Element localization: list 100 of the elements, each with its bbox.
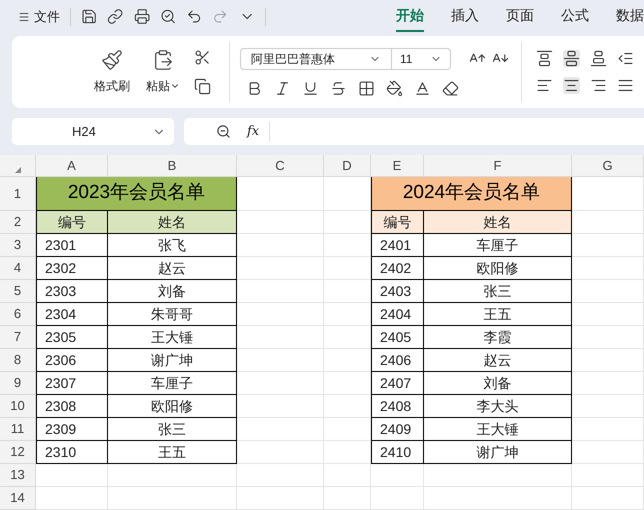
table-cell: 欧阳修	[424, 257, 572, 280]
save-icon[interactable]	[80, 8, 98, 25]
paste-icon[interactable]	[152, 49, 174, 71]
table-cell: 2303	[36, 280, 108, 303]
link-icon[interactable]	[107, 8, 124, 25]
table-cell: 2301	[36, 234, 108, 257]
table-cell: 2406	[371, 349, 424, 372]
cut-icon[interactable]	[194, 49, 211, 66]
table-cell: 刘备	[108, 280, 237, 303]
table-cell: 2302	[36, 257, 108, 280]
column-heading: 姓名	[108, 211, 237, 234]
outdent-icon[interactable]	[617, 50, 634, 67]
name-box[interactable]: H24	[12, 118, 174, 145]
ribbon-tab[interactable]: 插入	[450, 2, 479, 32]
row-header[interactable]: 6	[0, 303, 36, 326]
italic-icon[interactable]	[274, 80, 291, 96]
column-heading: 姓名	[424, 211, 572, 234]
menu-icon	[18, 10, 30, 22]
ribbon-tab[interactable]: 开始	[396, 2, 424, 32]
align-center-icon[interactable]	[563, 77, 580, 94]
table-cell: 2402	[371, 257, 424, 280]
row-header[interactable]: 14	[0, 487, 36, 510]
table-cell: 刘备	[424, 372, 572, 395]
column-header[interactable]: C	[237, 155, 324, 177]
table-cell: 2310	[36, 441, 108, 464]
table-cell: 王大锤	[108, 326, 237, 349]
ribbon-tab[interactable]: 页面	[506, 2, 534, 32]
table-cell: 2401	[371, 234, 424, 257]
eraser-icon[interactable]	[442, 80, 459, 96]
table-cell: 2307	[36, 372, 108, 395]
column-heading: 编号	[371, 211, 424, 234]
table-cell: 谢广坤	[108, 349, 237, 372]
row-header[interactable]: 8	[0, 349, 36, 372]
strikethrough-icon[interactable]	[330, 80, 347, 96]
column-header[interactable]: E	[371, 155, 424, 177]
align-bottom-icon[interactable]	[590, 50, 607, 67]
table-cell: 王大锤	[424, 418, 572, 441]
table-cell: 李大头	[424, 395, 572, 418]
table-cell: 2404	[371, 303, 424, 326]
paste-button[interactable]: 粘贴	[146, 77, 180, 95]
table-cell: 2405	[371, 326, 424, 349]
table-cell: 车厘子	[424, 234, 572, 257]
table-cell: 2408	[371, 395, 424, 418]
table-cell: 谢广坤	[424, 441, 572, 464]
table-cell: 朱哥哥	[108, 303, 237, 326]
row-header[interactable]: 1	[0, 177, 36, 211]
function-label[interactable]: fx	[247, 122, 270, 142]
file-menu[interactable]: 文件	[18, 6, 60, 26]
justify-icon[interactable]	[617, 77, 634, 94]
column-heading: 编号	[36, 211, 108, 234]
table-cell: 赵云	[108, 257, 237, 280]
table-cell: 2306	[36, 349, 108, 372]
column-header[interactable]: F	[424, 155, 572, 177]
align-top-icon[interactable]	[536, 50, 553, 67]
table-cell: 赵云	[424, 349, 572, 372]
format-painter-button[interactable]: 格式刷	[94, 77, 130, 95]
table-title: 2023年会员名单	[36, 177, 237, 211]
row-header[interactable]: 10	[0, 395, 36, 418]
undo-icon[interactable]	[186, 8, 202, 25]
zoom-icon[interactable]	[216, 124, 231, 139]
table-cell: 2410	[371, 441, 424, 464]
table-cell: 2308	[36, 395, 108, 418]
underline-icon[interactable]	[302, 80, 319, 96]
table-cell: 2309	[36, 418, 108, 441]
table-cell: 2403	[371, 280, 424, 303]
borders-icon[interactable]	[358, 80, 375, 96]
row-header[interactable]: 9	[0, 372, 36, 395]
ribbon-tab[interactable]: 公式	[560, 2, 589, 32]
table-cell: 2305	[36, 326, 108, 349]
align-right-icon[interactable]	[590, 77, 607, 94]
print-icon[interactable]	[134, 8, 150, 25]
align-left-icon[interactable]	[536, 77, 553, 94]
align-middle-icon[interactable]	[563, 50, 580, 67]
format-painter-icon[interactable]	[101, 49, 123, 71]
fill-color-icon[interactable]	[386, 80, 403, 96]
row-header[interactable]: 13	[0, 464, 36, 487]
column-header[interactable]: D	[324, 155, 371, 177]
table-cell: 张三	[108, 418, 237, 441]
table-cell: 2304	[36, 303, 108, 326]
table-cell: 李霞	[424, 326, 572, 349]
column-header[interactable]: B	[108, 155, 237, 177]
row-header[interactable]: 2	[0, 211, 36, 234]
font-size-field[interactable]: 11	[391, 48, 451, 70]
row-header[interactable]: 12	[0, 441, 36, 464]
ribbon-tab[interactable]: 数据	[616, 2, 644, 32]
table-cell: 王五	[424, 303, 572, 326]
column-header[interactable]: A	[36, 155, 108, 177]
table-cell: 车厘子	[108, 372, 237, 395]
font-color-icon[interactable]	[414, 80, 431, 96]
copy-icon[interactable]	[194, 78, 211, 95]
select-all-corner[interactable]	[0, 155, 36, 177]
table-cell: 欧阳修	[108, 395, 237, 418]
row-header[interactable]: 4	[0, 257, 36, 280]
row-header[interactable]: 11	[0, 418, 36, 441]
formula-field[interactable]: fx	[184, 118, 644, 145]
column-header[interactable]: G	[572, 155, 644, 177]
row-header[interactable]: 3	[0, 234, 36, 257]
row-header[interactable]: 7	[0, 326, 36, 349]
row-header[interactable]: 5	[0, 280, 36, 303]
font-field[interactable]: 阿里巴巴普惠体	[240, 48, 392, 70]
